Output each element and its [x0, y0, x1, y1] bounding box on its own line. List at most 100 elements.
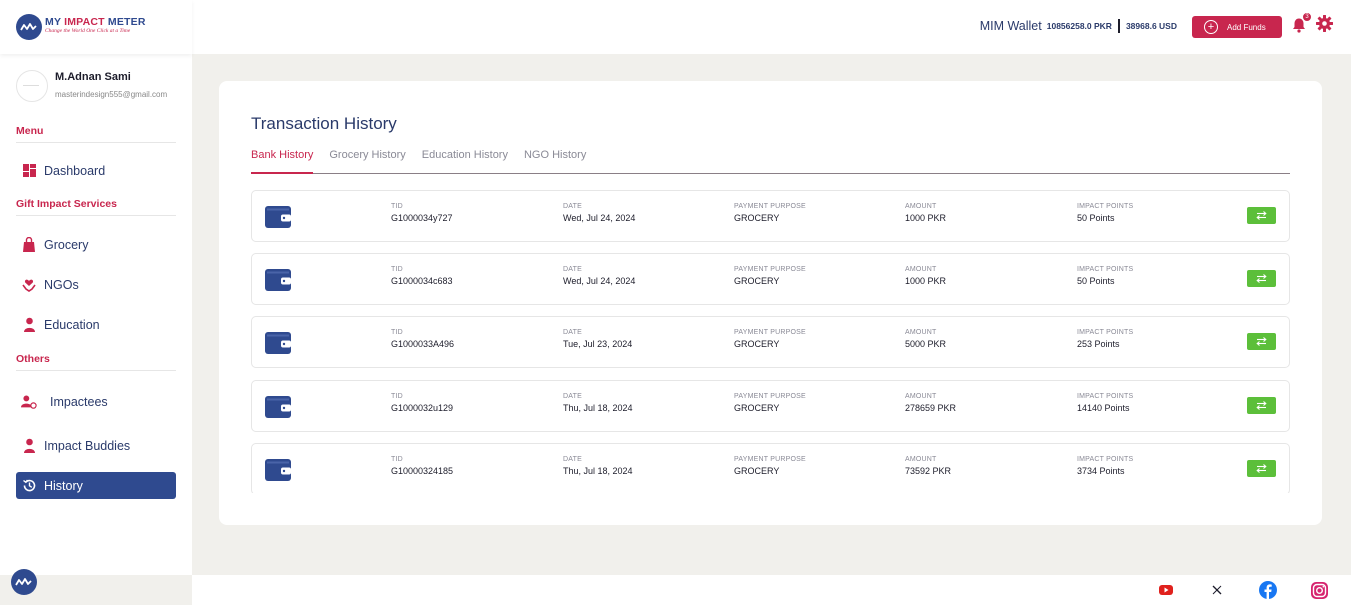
bottom-logo-icon[interactable]	[11, 569, 37, 595]
points-value: 253 Points	[1077, 339, 1120, 349]
top-header: MIM Wallet 10856258.0 PKR 38968.6 USD + …	[192, 0, 1351, 54]
add-funds-button[interactable]: + Add Funds	[1192, 16, 1282, 38]
transfer-swap-button[interactable]	[1247, 397, 1276, 414]
purpose-label: PAYMENT PURPOSE	[734, 456, 806, 463]
purpose-value: GROCERY	[734, 339, 780, 349]
tid-label: TID	[391, 393, 403, 400]
tid-value: G1000032u129	[391, 403, 454, 413]
points-label: IMPACT POINTS	[1077, 393, 1134, 400]
points-label: IMPACT POINTS	[1077, 203, 1134, 210]
brand-logo[interactable]: MY IMPACT METER Change the World One Cli…	[0, 0, 192, 54]
graduate-icon	[21, 317, 37, 333]
tid-value: G10000324185	[391, 466, 454, 476]
date-label: DATE	[563, 456, 582, 463]
settings-gear-icon[interactable]	[1316, 15, 1333, 32]
points-label: IMPACT POINTS	[1077, 266, 1134, 273]
instagram-icon[interactable]	[1310, 581, 1328, 599]
facebook-icon[interactable]	[1259, 581, 1277, 599]
sidebar: MY IMPACT METER Change the World One Cli…	[0, 0, 192, 575]
amount-value: 73592 PKR	[905, 466, 952, 476]
sidebar-item-education[interactable]: Education	[16, 311, 176, 338]
points-label: IMPACT POINTS	[1077, 456, 1134, 463]
swap-arrows-icon	[1256, 401, 1267, 410]
user-name: M.Adnan Sami	[55, 71, 131, 83]
buddy-icon	[21, 438, 37, 454]
tab-bank-history[interactable]: Bank History	[251, 147, 314, 174]
transaction-row[interactable]: TID G1000032u129 DATE Thu, Jul 18, 2024 PA…	[251, 380, 1290, 432]
section-title-others: Others	[16, 353, 176, 371]
amount-value: 1000 PKR	[905, 276, 947, 286]
points-value: 14140 Points	[1077, 403, 1130, 413]
sidebar-item-history[interactable]: History	[16, 472, 176, 499]
transaction-row[interactable]: TID G1000033A496 DATE Tue, Jul 23, 2024 PA…	[251, 316, 1290, 368]
amount-label: AMOUNT	[905, 203, 937, 210]
x-icon[interactable]	[1208, 581, 1226, 599]
footer	[192, 575, 1351, 605]
page-title: Transaction History	[251, 114, 397, 133]
tid-value: G1000034y727	[391, 213, 453, 223]
purpose-value: GROCERY	[734, 403, 780, 413]
brand-tagline: Change the World One Click at a Time	[45, 28, 131, 34]
sidebar-item-ngos[interactable]: NGOs	[16, 271, 176, 298]
avatar	[16, 70, 48, 102]
date-label: DATE	[563, 203, 582, 210]
date-label: DATE	[563, 393, 582, 400]
history-tabs: Bank History Grocery History Education H…	[251, 147, 1290, 174]
notification-count-badge: 3	[1302, 12, 1312, 22]
section-title-menu: Menu	[16, 125, 176, 143]
transaction-list: TID G1000034y727 DATE Wed, Jul 24, 2024 PA…	[251, 190, 1290, 493]
tab-grocery-history[interactable]: Grocery History	[329, 147, 405, 174]
tid-label: TID	[391, 329, 403, 336]
youtube-icon[interactable]	[1157, 581, 1175, 599]
plus-circle-icon: +	[1204, 20, 1218, 34]
user-profile[interactable]: M.Adnan Sami masterindesign555@gmail.com	[16, 70, 167, 102]
amount-label: AMOUNT	[905, 393, 937, 400]
tid-label: TID	[391, 266, 403, 273]
purpose-label: PAYMENT PURPOSE	[734, 329, 806, 336]
transfer-swap-button[interactable]	[1247, 460, 1276, 477]
wallet-icon	[265, 269, 291, 291]
tab-ngo-history[interactable]: NGO History	[524, 147, 586, 174]
points-value: 3734 Points	[1077, 466, 1125, 476]
date-label: DATE	[563, 329, 582, 336]
wallet-pkr: 10856258.0 PKR	[1046, 21, 1112, 31]
transaction-history-card: Transaction History Bank History Grocery…	[219, 81, 1322, 525]
brand-title: MY IMPACT METER	[45, 16, 146, 28]
history-icon	[21, 478, 37, 494]
transaction-row[interactable]: TID G1000034y727 DATE Wed, Jul 24, 2024 PA…	[251, 190, 1290, 242]
amount-value: 278659 PKR	[905, 403, 957, 413]
amount-value: 1000 PKR	[905, 213, 947, 223]
swap-arrows-icon	[1256, 211, 1267, 220]
tab-education-history[interactable]: Education History	[422, 147, 508, 174]
swap-arrows-icon	[1256, 274, 1267, 283]
transaction-row[interactable]: TID G1000034c683 DATE Wed, Jul 24, 2024 PA…	[251, 253, 1290, 305]
points-label: IMPACT POINTS	[1077, 329, 1134, 336]
notification-bell-icon[interactable]: 3	[1291, 12, 1312, 33]
wallet-icon	[265, 332, 291, 354]
date-value: Thu, Jul 18, 2024	[563, 466, 633, 476]
transfer-swap-button[interactable]	[1247, 270, 1276, 287]
tid-label: TID	[391, 456, 403, 463]
sidebar-item-dashboard[interactable]: Dashboard	[16, 157, 176, 184]
purpose-value: GROCERY	[734, 466, 780, 476]
dashboard-icon	[21, 163, 37, 179]
transaction-row[interactable]: TID G10000324185 DATE Thu, Jul 18, 2024 PA…	[251, 443, 1290, 493]
amount-label: AMOUNT	[905, 266, 937, 273]
amount-label: AMOUNT	[905, 329, 937, 336]
section-title-gift-services: Gift Impact Services	[16, 198, 176, 216]
transfer-swap-button[interactable]	[1247, 333, 1276, 350]
wallet-summary: MIM Wallet 10856258.0 PKR 38968.6 USD	[980, 19, 1177, 33]
impactees-icon	[21, 394, 37, 410]
wallet-icon	[265, 206, 291, 228]
purpose-value: GROCERY	[734, 276, 780, 286]
grocery-bag-icon	[21, 237, 37, 253]
points-value: 50 Points	[1077, 276, 1115, 286]
sidebar-item-impact-buddies[interactable]: Impact Buddies	[16, 432, 176, 459]
sidebar-item-grocery[interactable]: Grocery	[16, 231, 176, 258]
logo-mark-icon	[16, 14, 42, 40]
transfer-swap-button[interactable]	[1247, 207, 1276, 224]
purpose-value: GROCERY	[734, 213, 780, 223]
wallet-icon	[265, 396, 291, 418]
purpose-label: PAYMENT PURPOSE	[734, 203, 806, 210]
sidebar-item-impactees[interactable]: Impactees	[16, 388, 176, 415]
